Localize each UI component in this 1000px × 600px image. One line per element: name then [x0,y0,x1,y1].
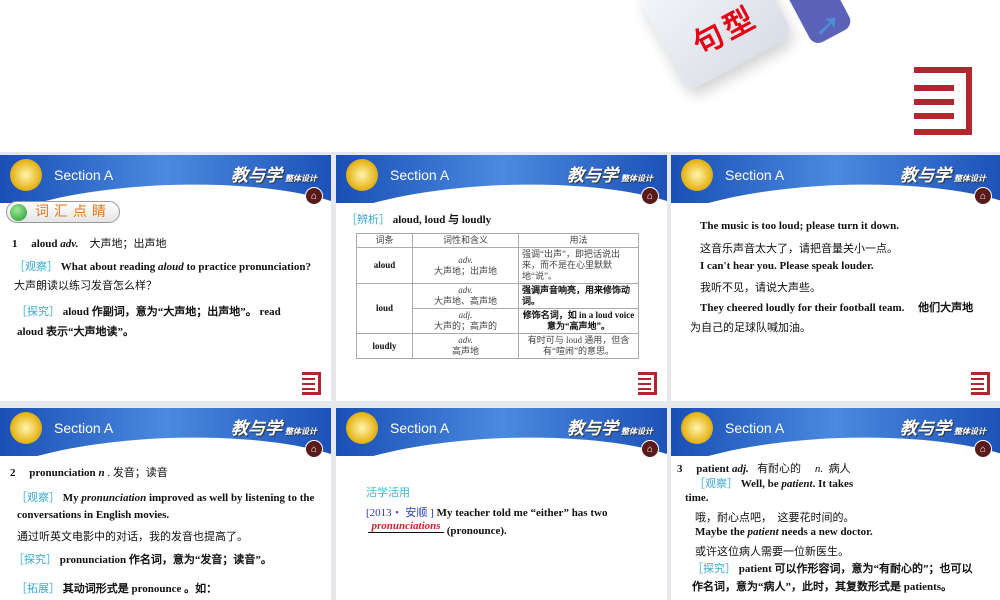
disc-icon [10,412,42,444]
section-pill: 词汇点睛 [6,201,120,223]
cell: 强调“出声”，即把话说出来，而不是在心里默默地“说”。 [518,247,639,284]
logo: 教与学 整体设计 [900,419,986,439]
example-translation: 或许这位病人需要一位新医生。 [695,546,849,558]
vocab-entry: 3 patient adj. 有耐心的 n. 病人 [677,463,851,475]
observe-line-2: conversations in English movies. [17,509,170,521]
section-title: Section A [390,420,450,436]
home-icon[interactable]: ⌂ [974,440,992,458]
example-line: 为自己的足球队喊加油。 [690,322,811,334]
cell: 强调声音响亮，用来修饰动词。 [518,283,639,309]
slide-3[interactable]: Section A 教与学 整体设计 ⌂ The music is too lou… [671,155,1000,401]
observe-translation: 哦，耐心点吧， 这要花时间的。 [695,512,855,524]
logo: 教与学 整体设计 [231,419,317,439]
logo: 教与学 整体设计 [900,166,986,186]
compare-title: ［辨析］ aloud, loud 与 loudly [346,214,492,226]
observe-line: ［观察］ My pronunciation improved as well b… [16,492,315,504]
section-title: Section A [54,420,114,436]
cell: 修饰名词，如 in a loud voice 意为“高声地”。 [518,308,639,334]
answer-blank: pronunciations [368,520,444,533]
table-row: loudly adv. 高声地 有时可与 loud 通用，但含有“喧闹”的意思。 [356,333,639,359]
disc-icon [346,412,378,444]
observe-line-2: time. [685,492,709,504]
home-icon[interactable]: ⌂ [974,187,992,205]
explore-line-2: aloud 表示“大声地读”。 [17,326,135,338]
cell: 有时可与 loud 通用，但含有“喧闹”的意思。 [518,333,639,359]
seal-icon [971,372,990,395]
explore-line: ［探究］ patient 可以作形容词，意为“有耐心的”；也可以 [692,563,973,575]
observe-translation: 通过听英文电影中的对话，我的发音也提高了。 [17,531,248,543]
seal-icon [638,372,657,395]
example-line: 我听不见，请说大声些。 [700,282,821,294]
seal-icon [302,372,321,395]
extend-line: ［拓展］ 其动词形式是 pronounce 。如： [16,583,218,595]
practice-label: 活学活用 [366,487,410,499]
logo: 教与学 整体设计 [567,166,653,186]
slide-5[interactable]: Section A 教与学 整体设计 ⌂ 活学活用 [2013・ 安顺 ] My … [336,408,667,600]
slide-6[interactable]: Section A 教与学 整体设计 ⌂ 3 patient adj. 有耐心的 … [671,408,1000,600]
slide-1[interactable]: Section A 教与学 整体设计 ⌂ 词汇点睛 1 aloud adv. 大声… [0,155,331,401]
vocab-entry: 1 aloud adv. 大声地；出声地 [12,238,167,250]
explore-line-2: 作名词，意为“病人”，此时，其复数形式是 patients。 [692,581,953,593]
section-title: Section A [54,167,114,183]
table-row: loud adv. 大声地、高声地 强调声音响亮，用来修饰动词。 [356,283,639,334]
cell-meaning: 高声地 [451,346,479,356]
disc-icon [681,159,713,191]
cell: adj. 大声的；高声的 [412,308,519,334]
slide-2[interactable]: Section A 教与学 整体设计 ⌂ ［辨析］ aloud, loud 与 l… [336,155,667,401]
explore-line: ［探究］ aloud 作副词，意为“大声地；出声地”。 read [16,306,281,318]
seal-logo-icon [914,67,972,135]
logo: 教与学 整体设计 [231,166,317,186]
example-line: I can't hear you. Please speak louder. [700,260,874,272]
top-banner: 句型 ➚ [0,0,1000,152]
cell: adv. 大声地；出声地 [412,247,519,284]
cell: loud [356,283,413,334]
disc-icon [681,412,713,444]
vocab-entry: 2 pronunciation n . 发音；读音 [10,467,168,479]
cell: aloud [356,247,413,284]
example-line: They cheered loudly for their football t… [700,302,974,314]
home-icon[interactable]: ⌂ [641,440,659,458]
slide-4[interactable]: Section A 教与学 整体设计 ⌂ 2 pronunciation n . … [0,408,331,600]
example-line: Maybe the patient needs a new doctor. [695,526,873,538]
observe-translation: 大声朗读以练习发音怎么样？ [14,280,157,292]
disc-icon [10,159,42,191]
arrow-icon: ➚ [815,9,841,42]
example-line: The music is too loud; please turn it do… [700,220,899,232]
table-header: 用法 [518,233,639,248]
practice-question: [2013・ 安顺 ] My teacher told me “either” … [366,507,608,519]
cell: adv. 大声地、高声地 [412,283,519,309]
compare-table: 词条 词性和含义 用法 aloud adv. 大声地；出声地 强调“出声”，即把话说出来，… [356,233,639,359]
table-header: 词条 [356,233,413,248]
table-header: 词性和含义 [412,233,519,248]
home-icon[interactable]: ⌂ [305,187,323,205]
explore-line: ［探究］ pronunciation 作名词，意为“发音；读音”。 [13,554,272,566]
cell: adv. 高声地 [412,333,519,359]
home-icon[interactable]: ⌂ [641,187,659,205]
example-line: 这音乐声音太大了，请把音量关小一点。 [700,243,898,255]
practice-answer-line: pronunciations (pronounce). [368,520,507,537]
cell: loudly [356,333,413,359]
section-title: Section A [725,420,785,436]
section-title: Section A [725,167,785,183]
table-row: aloud adv. 大声地；出声地 强调“出声”，即把话说出来，而不是在心里默默地“… [356,247,639,284]
observe-line: ［观察］ Well, be patient. It takes [694,478,854,490]
logo: 教与学 整体设计 [567,419,653,439]
section-title: Section A [390,167,450,183]
disc-icon [346,159,378,191]
home-icon[interactable]: ⌂ [305,440,323,458]
observe-line: ［观察］ What about reading aloud to practic… [14,261,311,273]
